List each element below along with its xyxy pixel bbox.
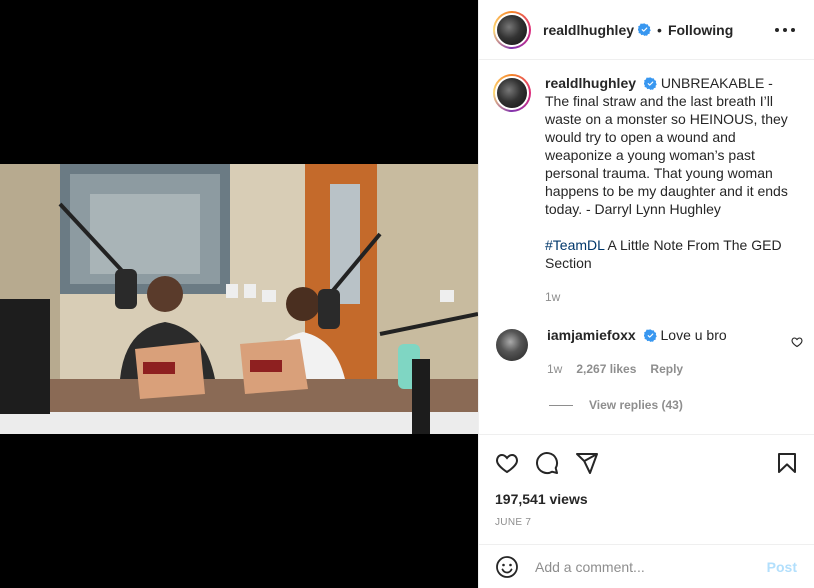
more-options-icon[interactable] [775,20,795,40]
caption-username[interactable]: realdlhughley [545,75,636,91]
bookmark-icon[interactable] [775,451,799,475]
comment-body: iamjamiefoxx Love u bro 1w 2,267 likes R… [547,326,803,378]
caption-text: UNBREAKABLE - The final straw and the la… [545,75,788,217]
post-date[interactable]: JUNE 7 [495,517,531,528]
post-comment-button[interactable]: Post [767,559,797,575]
replies-divider [549,404,573,406]
post-video[interactable] [0,164,478,434]
comment-age: 1w [547,362,563,376]
comment-like-heart-icon[interactable] [791,336,803,348]
commenter-username[interactable]: iamjamiefoxx [547,327,636,343]
comment-icon[interactable] [535,451,559,475]
heart-icon[interactable] [495,451,519,475]
following-button[interactable]: Following [668,22,733,38]
comment-input[interactable] [535,558,745,575]
author-username[interactable]: realdlhughley [543,22,634,38]
post-caption: realdlhughley UNBREAKABLE - The final st… [493,74,803,306]
comment-meta: 1w 2,267 likes Reply [547,360,803,378]
comments-section: realdlhughley UNBREAKABLE - The final st… [479,60,814,434]
verified-badge-icon [643,77,657,90]
view-count[interactable]: 197,541 views [495,491,588,507]
view-replies-label[interactable]: View replies (43) [589,398,683,412]
verified-badge-icon [643,329,657,342]
commenter-avatar[interactable] [496,329,528,361]
comment-reply-button[interactable]: Reply [650,360,683,378]
media-panel [0,0,478,588]
post-side-panel: realdlhughley • Following realdlhughley … [478,0,814,588]
caption-hashtag[interactable]: #TeamDL [545,237,604,253]
comment-likes[interactable]: 2,267 likes [576,360,636,378]
post-header: realdlhughley • Following [479,0,814,60]
author-avatar[interactable] [493,10,531,49]
view-replies-button[interactable]: View replies (43) [549,398,683,412]
comment-composer: Post [479,544,814,588]
comment-text: Love u bro [660,327,727,343]
share-icon[interactable] [575,451,599,475]
post-actions: 197,541 views JUNE 7 [479,434,814,544]
header-meta: realdlhughley • Following [543,22,733,38]
caption-age: 1w [545,290,561,304]
video-frame [0,164,478,434]
comment-item: iamjamiefoxx Love u bro 1w 2,267 likes R… [493,326,803,378]
caption-avatar[interactable] [493,74,531,112]
header-separator: • [657,21,662,38]
caption-body: realdlhughley UNBREAKABLE - The final st… [545,74,793,306]
emoji-icon[interactable] [495,555,519,579]
verified-badge-icon [638,23,651,36]
